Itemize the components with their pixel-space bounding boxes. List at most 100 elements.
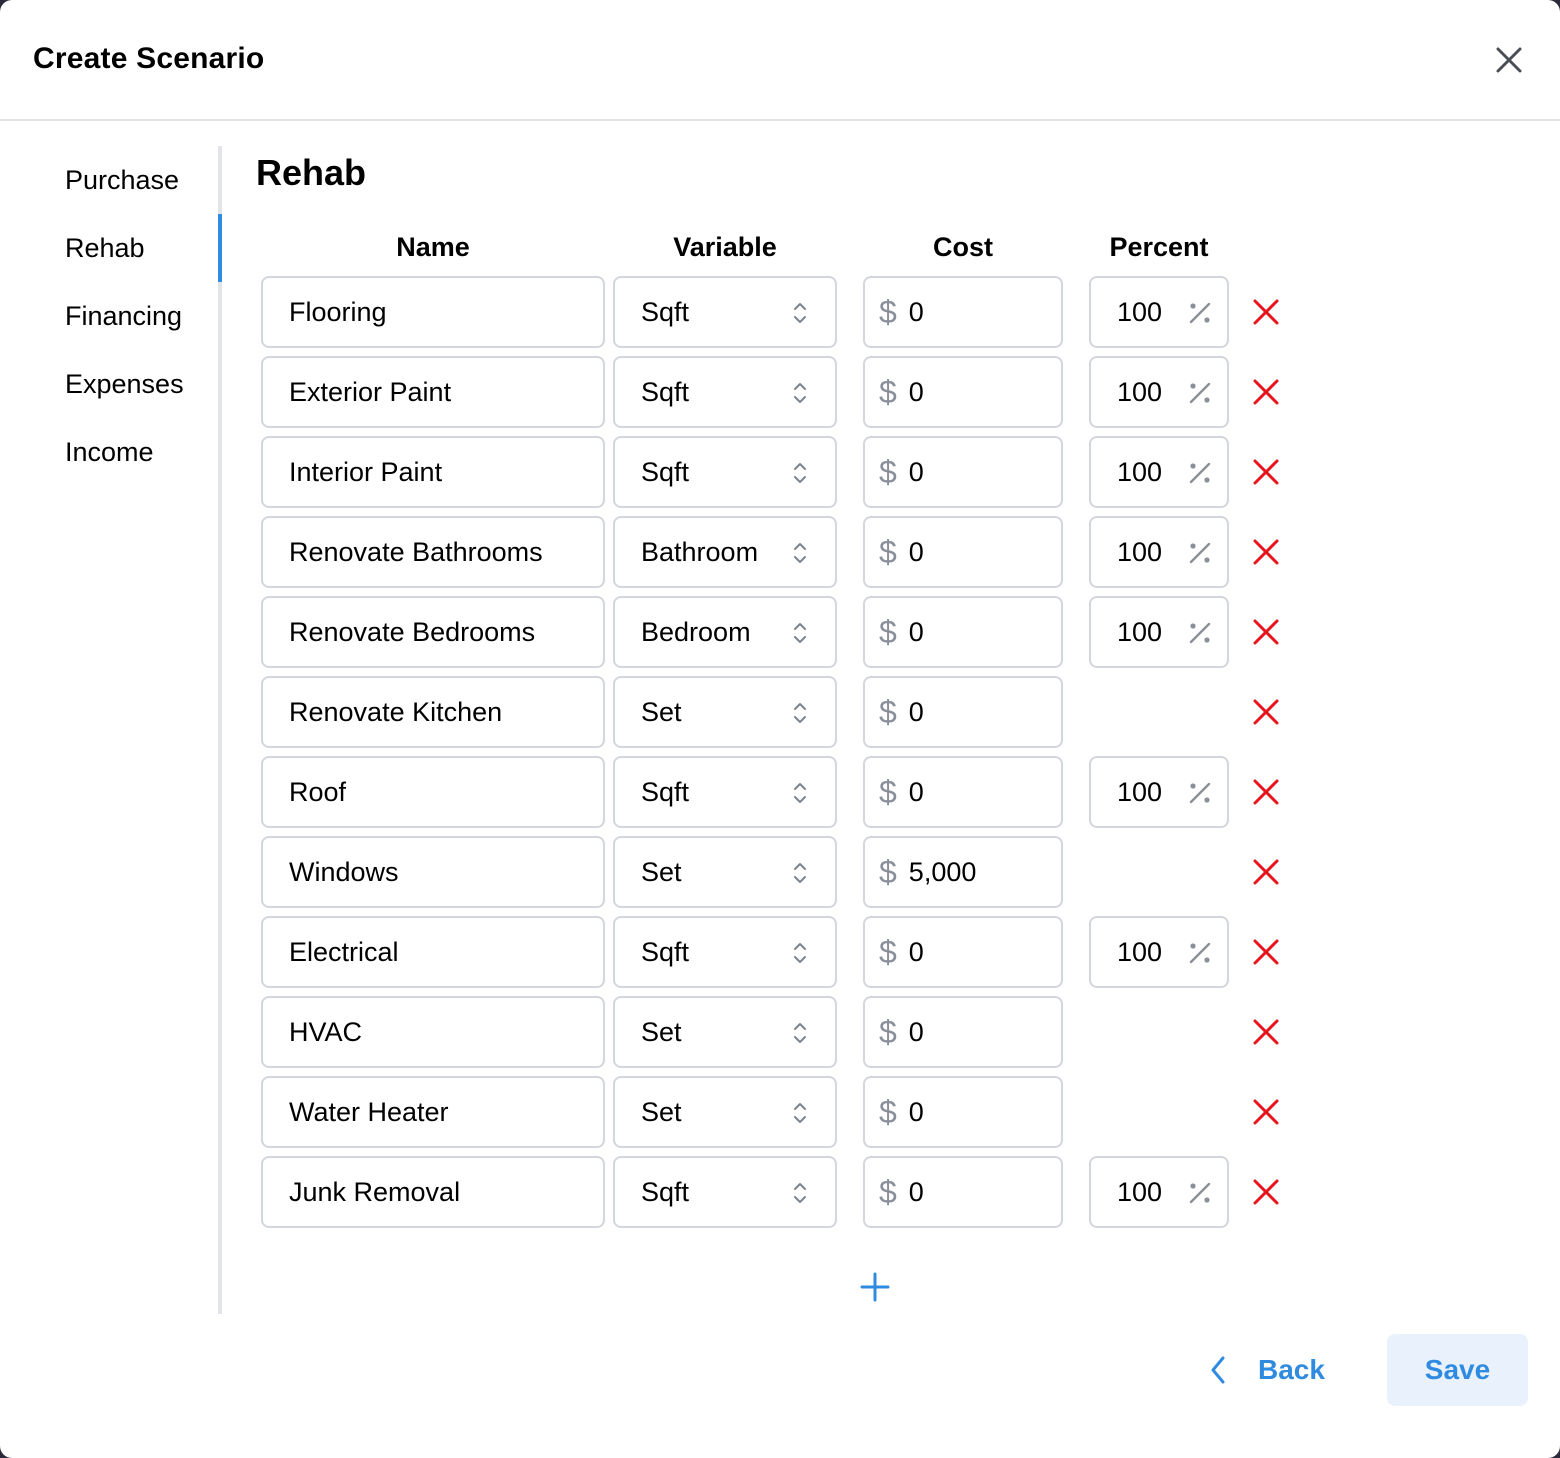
item-name-input[interactable]: Electrical <box>261 916 605 988</box>
cost-input[interactable]: $ 5,000 <box>863 836 1063 908</box>
item-name-value: Exterior Paint <box>289 376 452 407</box>
delete-row-button[interactable] <box>1250 694 1282 730</box>
variable-select[interactable]: Set <box>613 836 837 908</box>
item-name-input[interactable]: Renovate Kitchen <box>261 676 605 748</box>
back-button[interactable]: Back <box>1200 1335 1340 1405</box>
item-name-input[interactable]: Renovate Bedrooms <box>261 596 605 668</box>
save-button[interactable]: Save <box>1387 1334 1528 1406</box>
delete-row-button[interactable] <box>1250 1014 1282 1050</box>
item-name-input[interactable]: Interior Paint <box>261 436 605 508</box>
item-name-input[interactable]: Windows <box>261 836 605 908</box>
cost-input[interactable]: $ 0 <box>863 276 1063 348</box>
item-name-input[interactable]: Renovate Bathrooms <box>261 516 605 588</box>
delete-row-button[interactable] <box>1250 534 1282 570</box>
rehab-item-row: Windows Set $ 5,000 <box>0 836 1560 908</box>
percent-input[interactable]: 100 <box>1089 916 1229 988</box>
variable-select[interactable]: Sqft <box>613 756 837 828</box>
delete-row-button[interactable] <box>1250 934 1282 970</box>
cost-input[interactable]: $ 0 <box>863 996 1063 1068</box>
dialog-title: Create Scenario <box>33 42 265 75</box>
cost-value: 0 <box>908 616 924 647</box>
sidebar-active-indicator <box>218 214 222 282</box>
percent-input[interactable]: 100 <box>1089 276 1229 348</box>
variable-select[interactable]: Sqft <box>613 276 837 348</box>
dollar-icon: $ <box>879 613 897 650</box>
variable-select[interactable]: Set <box>613 996 837 1068</box>
variable-value: Bedroom <box>641 616 751 647</box>
variable-value: Set <box>641 1096 682 1127</box>
delete-row-button[interactable] <box>1250 1174 1282 1210</box>
rehab-item-row: Water Heater Set $ 0 <box>0 1076 1560 1148</box>
item-name-input[interactable]: Water Heater <box>261 1076 605 1148</box>
percent-value: 100 <box>1117 1176 1163 1207</box>
percent-icon <box>1189 1182 1211 1204</box>
cost-value: 0 <box>908 1176 924 1207</box>
delete-x-icon <box>1253 1179 1279 1205</box>
item-name-value: Electrical <box>289 936 399 967</box>
item-name-value: Junk Removal <box>289 1176 461 1207</box>
cost-value: 0 <box>908 776 924 807</box>
percent-value: 100 <box>1117 376 1163 407</box>
cost-input[interactable]: $ 0 <box>863 1076 1063 1148</box>
variable-select[interactable]: Sqft <box>613 356 837 428</box>
delete-row-button[interactable] <box>1250 774 1282 810</box>
percent-input[interactable]: 100 <box>1089 1156 1229 1228</box>
variable-select[interactable]: Sqft <box>613 916 837 988</box>
cost-input[interactable]: $ 0 <box>863 916 1063 988</box>
dollar-icon: $ <box>879 1173 897 1210</box>
cost-input[interactable]: $ 0 <box>863 676 1063 748</box>
percent-icon <box>1189 782 1211 804</box>
variable-select[interactable]: Sqft <box>613 436 837 508</box>
variable-select[interactable]: Bedroom <box>613 596 837 668</box>
delete-row-button[interactable] <box>1250 454 1282 490</box>
item-name-input[interactable]: Exterior Paint <box>261 356 605 428</box>
variable-value: Sqft <box>641 936 690 967</box>
percent-input[interactable]: 100 <box>1089 516 1229 588</box>
percent-value: 100 <box>1117 536 1163 567</box>
close-button[interactable] <box>1488 39 1530 81</box>
cost-input[interactable]: $ 0 <box>863 596 1063 668</box>
dollar-icon: $ <box>879 1093 897 1130</box>
percent-input[interactable]: 100 <box>1089 596 1229 668</box>
dollar-icon: $ <box>879 773 897 810</box>
variable-value: Sqft <box>641 1176 690 1207</box>
delete-x-icon <box>1253 1099 1279 1125</box>
variable-select[interactable]: Set <box>613 1076 837 1148</box>
cost-input[interactable]: $ 0 <box>863 1156 1063 1228</box>
cost-input[interactable]: $ 0 <box>863 516 1063 588</box>
item-name-input[interactable]: HVAC <box>261 996 605 1068</box>
variable-select[interactable]: Sqft <box>613 1156 837 1228</box>
item-name-input[interactable]: Junk Removal <box>261 1156 605 1228</box>
item-name-value: Windows <box>289 856 399 887</box>
dollar-icon: $ <box>879 693 897 730</box>
cost-input[interactable]: $ 0 <box>863 356 1063 428</box>
dollar-icon: $ <box>879 853 897 890</box>
delete-row-button[interactable] <box>1250 1094 1282 1130</box>
plus-icon <box>860 1272 890 1302</box>
rehab-item-row: Junk Removal Sqft $ 0 100 <box>0 1156 1560 1228</box>
cost-input[interactable]: $ 0 <box>863 756 1063 828</box>
sidebar-item-rehab[interactable]: Rehab <box>65 214 215 282</box>
delete-x-icon <box>1253 379 1279 405</box>
delete-row-button[interactable] <box>1250 854 1282 890</box>
variable-value: Set <box>641 696 682 727</box>
variable-value: Set <box>641 856 682 887</box>
cost-input[interactable]: $ 0 <box>863 436 1063 508</box>
percent-input[interactable]: 100 <box>1089 756 1229 828</box>
cost-value: 0 <box>908 1096 924 1127</box>
item-name-input[interactable]: Roof <box>261 756 605 828</box>
chevron-up-down-icon <box>794 463 806 483</box>
item-name-input[interactable]: Flooring <box>261 276 605 348</box>
delete-row-button[interactable] <box>1250 374 1282 410</box>
chevron-up-down-icon <box>794 1183 806 1203</box>
percent-input[interactable]: 100 <box>1089 436 1229 508</box>
percent-value: 100 <box>1117 616 1163 647</box>
add-item-button[interactable] <box>856 1268 894 1306</box>
delete-row-button[interactable] <box>1250 294 1282 330</box>
sidebar-item-purchase[interactable]: Purchase <box>65 146 215 214</box>
variable-value: Sqft <box>641 456 690 487</box>
delete-row-button[interactable] <box>1250 614 1282 650</box>
percent-input[interactable]: 100 <box>1089 356 1229 428</box>
variable-select[interactable]: Set <box>613 676 837 748</box>
variable-select[interactable]: Bathroom <box>613 516 837 588</box>
